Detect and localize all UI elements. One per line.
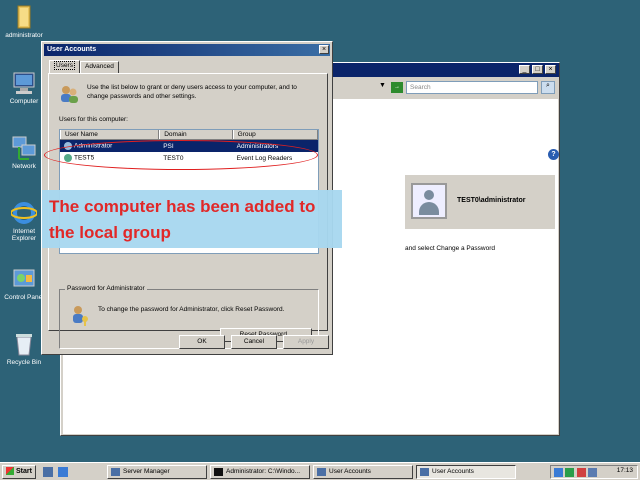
- password-group-text: To change the password for Administrator…: [98, 306, 285, 313]
- user-accounts-icon: [420, 468, 429, 476]
- computer-icon: [11, 70, 37, 96]
- system-tray: 17:13: [550, 465, 638, 479]
- recycle-bin-icon: [11, 331, 37, 357]
- folder-icon: [11, 4, 37, 30]
- start-button[interactable]: Start: [2, 465, 36, 479]
- ok-button[interactable]: OK: [179, 335, 225, 349]
- network-icon: [11, 135, 37, 161]
- task-user-accounts-active[interactable]: User Accounts: [416, 465, 516, 479]
- column-group[interactable]: Group: [232, 130, 318, 139]
- desktop-icon-label: administrator: [5, 32, 43, 39]
- tab-users[interactable]: Users: [49, 60, 80, 73]
- maximize-button[interactable]: □: [532, 65, 543, 74]
- quicklaunch-desktop-icon[interactable]: [58, 467, 68, 477]
- task-user-accounts[interactable]: User Accounts: [313, 465, 413, 479]
- help-icon[interactable]: ?: [548, 149, 559, 160]
- intro-text: Use the list below to grant or deny user…: [87, 84, 297, 100]
- list-header: User Name Domain Group: [60, 130, 318, 140]
- taskbar: Start Server Manager Administrator: C:\W…: [0, 462, 640, 480]
- user-name: TEST0\administrator: [457, 197, 526, 204]
- cmd-icon: [214, 468, 223, 476]
- dialog-title: User Accounts: [44, 44, 330, 56]
- apply-button[interactable]: Apply: [283, 335, 329, 349]
- quicklaunch-server-icon[interactable]: [43, 467, 53, 477]
- desktop-icon-label: Recycle Bin: [6, 359, 42, 366]
- tab-advanced[interactable]: Advanced: [79, 61, 119, 73]
- clock[interactable]: 17:13: [617, 467, 633, 474]
- tray-network-icon[interactable]: [554, 468, 563, 477]
- server-manager-icon: [111, 468, 120, 476]
- tray-alert-icon[interactable]: [577, 468, 586, 477]
- cancel-button[interactable]: Cancel: [231, 335, 277, 349]
- highlight-ellipse: [44, 140, 318, 170]
- ie-icon: [10, 200, 38, 226]
- close-button[interactable]: ×: [319, 45, 329, 54]
- task-server-manager[interactable]: Server Manager: [107, 465, 207, 479]
- user-accounts-icon: [317, 468, 326, 476]
- windows-logo-icon: [6, 467, 14, 476]
- user-account-panel: TEST0\administrator: [405, 175, 555, 229]
- password-hint-text: and select Change a Password: [405, 245, 495, 252]
- dropdown-arrow-icon[interactable]: ▼: [379, 82, 386, 89]
- overlay-caption: The computer has been added to the local…: [42, 190, 342, 248]
- password-group-legend: Password for Administrator: [65, 285, 147, 292]
- user-key-icon: [70, 304, 90, 326]
- minimize-button[interactable]: _: [519, 65, 530, 74]
- tray-volume-icon[interactable]: [588, 468, 597, 477]
- user-avatar: [411, 183, 447, 219]
- task-command-prompt[interactable]: Administrator: C:\Windo...: [210, 465, 310, 479]
- desktop-icon-administrator[interactable]: administrator: [0, 4, 48, 39]
- users-for-label: Users for this computer:: [59, 116, 128, 123]
- go-icon[interactable]: →: [391, 82, 403, 93]
- control-panel-icon: [11, 266, 37, 292]
- close-button[interactable]: ×: [545, 65, 556, 74]
- tray-server-icon[interactable]: [565, 468, 574, 477]
- column-domain[interactable]: Domain: [159, 130, 233, 139]
- search-input[interactable]: Search: [406, 81, 538, 94]
- column-user-name[interactable]: User Name: [60, 130, 160, 139]
- users-icon: [59, 84, 79, 104]
- search-icon[interactable]: ⌕: [541, 81, 555, 94]
